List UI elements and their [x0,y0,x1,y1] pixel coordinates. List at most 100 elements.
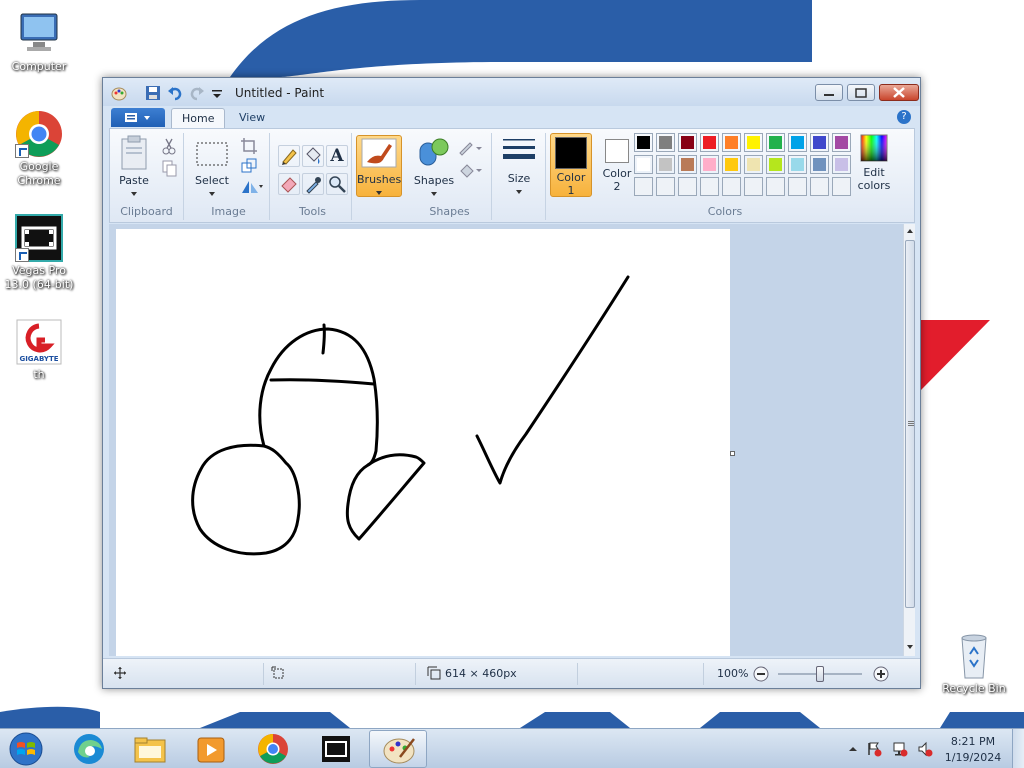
color-swatch[interactable] [788,133,807,152]
size-icon [503,139,535,159]
scrollbar-thumb[interactable] [905,240,915,608]
outline-icon[interactable] [458,139,484,157]
maximize-button[interactable] [847,84,875,101]
paste-button[interactable]: Paste [114,135,154,200]
select-button[interactable]: Select [192,135,232,200]
title-bar[interactable]: Untitled - Paint [103,78,920,106]
color-swatch-fill [725,136,738,149]
copy-icon[interactable] [160,159,178,177]
image-size-icon [427,666,441,680]
crop-icon[interactable] [240,137,258,155]
color-picker-icon[interactable] [302,173,324,195]
color-swatch[interactable] [722,155,741,174]
color-swatch[interactable] [744,133,763,152]
help-icon[interactable]: ? [897,110,911,124]
custom-color-slot[interactable] [744,177,763,196]
tab-home[interactable]: Home [171,108,226,128]
color-swatch[interactable] [832,155,851,174]
scroll-up-icon[interactable] [904,224,916,238]
color-swatch[interactable] [700,155,719,174]
custom-color-slot[interactable] [700,177,719,196]
drawing-canvas[interactable] [116,229,730,656]
desktop-icon-chrome[interactable]: Google Chrome [1,110,77,188]
undo-icon[interactable] [167,85,183,101]
edge-icon [74,734,104,764]
color-swatch[interactable] [810,155,829,174]
desktop-icon-vegas[interactable]: Vegas Pro 13.0 (64-bit) [1,214,77,292]
color-spectrum-icon [860,134,888,162]
taskbar-media-player[interactable] [182,730,240,768]
color-palette [634,133,856,199]
cut-icon[interactable] [160,137,178,155]
taskbar-explorer[interactable] [121,730,179,768]
scroll-down-icon[interactable] [904,640,916,654]
custom-color-slot[interactable] [678,177,697,196]
taskbar-chrome[interactable] [244,730,302,768]
rotate-icon[interactable] [240,177,263,195]
custom-color-slot[interactable] [766,177,785,196]
action-center-icon[interactable] [866,741,882,757]
shape-fill-icon[interactable] [458,161,484,179]
resize-handle[interactable] [730,451,735,456]
pencil-icon[interactable] [278,145,300,167]
color-swatch-fill [681,136,694,149]
color-swatch[interactable] [722,133,741,152]
taskbar-vegas[interactable] [306,730,364,768]
color2-button[interactable]: Color 2 [596,133,638,197]
volume-muted-icon[interactable] [917,741,933,757]
color-swatch[interactable] [766,133,785,152]
resize-icon[interactable] [240,157,258,175]
start-button[interactable] [5,731,45,767]
vertical-scrollbar[interactable] [903,224,915,656]
size-button[interactable]: Size [498,135,540,198]
custom-color-slot[interactable] [810,177,829,196]
taskbar-edge[interactable] [60,730,118,768]
brushes-button[interactable]: Brushes [356,135,402,197]
custom-color-slot[interactable] [656,177,675,196]
color-swatch[interactable] [832,133,851,152]
show-hidden-icons[interactable] [845,741,861,757]
color-swatch[interactable] [634,133,653,152]
desktop-icon-computer[interactable]: Computer [1,10,77,74]
zoom-in-icon[interactable] [873,666,889,682]
color-swatch-fill [769,136,782,149]
customize-quick-access-icon[interactable] [209,85,225,101]
network-icon[interactable] [892,741,908,757]
custom-color-slot[interactable] [832,177,851,196]
color-swatch[interactable] [656,133,675,152]
magnifier-icon[interactable] [326,173,348,195]
close-button[interactable] [879,84,919,101]
text-tool-icon[interactable]: A [326,145,348,167]
shapes-button[interactable]: Shapes [412,135,456,200]
zoom-slider-thumb[interactable] [816,666,824,682]
desktop-icon-recycle-bin[interactable]: Recycle Bin [936,632,1012,696]
custom-color-slot[interactable] [722,177,741,196]
paint-menu-button[interactable] [111,108,165,127]
color-swatch[interactable] [678,133,697,152]
color-swatch[interactable] [788,155,807,174]
color1-button[interactable]: Color 1 [550,133,592,197]
brushes-group: Brushes [354,133,406,220]
fill-icon[interactable] [302,145,324,167]
color-swatch[interactable] [744,155,763,174]
custom-color-slot[interactable] [634,177,653,196]
tab-view[interactable]: View [229,108,275,128]
taskbar-clock[interactable]: 8:21 PM 1/19/2024 [938,734,1008,766]
edit-colors-button[interactable]: Edit colors [850,133,898,192]
color-swatch[interactable] [766,155,785,174]
save-icon[interactable] [145,85,161,101]
color-swatch[interactable] [700,133,719,152]
zoom-out-icon[interactable] [753,666,769,682]
color-swatch[interactable] [656,155,675,174]
desktop-icon-gigabyte[interactable]: GIGABYTE th [1,318,77,382]
eraser-icon[interactable] [278,173,300,195]
paint-app-icon[interactable] [111,85,127,101]
color-swatch[interactable] [810,133,829,152]
custom-color-slot[interactable] [788,177,807,196]
show-desktop-button[interactable] [1012,729,1024,768]
taskbar-paint[interactable] [369,730,427,768]
color-swatch[interactable] [678,155,697,174]
minimize-button[interactable] [815,84,843,101]
color-swatch[interactable] [634,155,653,174]
redo-icon[interactable] [189,85,205,101]
